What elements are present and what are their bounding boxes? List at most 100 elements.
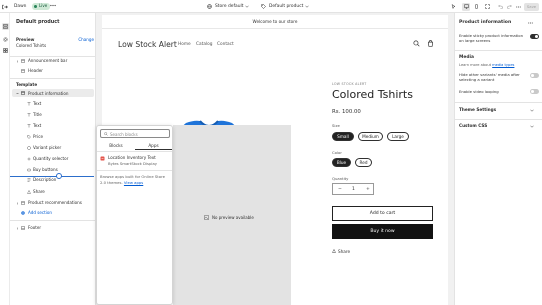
fullscreen-icon[interactable] xyxy=(483,3,491,11)
redo-icon[interactable] xyxy=(505,3,513,11)
share-icon xyxy=(27,190,31,194)
announcement-bar: Welcome to our store xyxy=(102,15,448,29)
sidebar-block-label: Price xyxy=(33,134,43,139)
store-selector-label: Store default xyxy=(215,4,244,9)
title-icon xyxy=(27,113,31,117)
quantity-plus-button[interactable]: + xyxy=(366,187,370,192)
tab-apps[interactable]: Apps xyxy=(135,142,172,150)
size-medium-option[interactable]: Medium xyxy=(358,132,383,141)
section-icon xyxy=(21,91,25,95)
color-red-option[interactable]: Red xyxy=(355,158,372,167)
media-note-text: Learn more about xyxy=(459,63,492,67)
media-types-link[interactable]: media types xyxy=(492,63,514,67)
divider xyxy=(10,78,96,79)
color-blue-option[interactable]: Blue xyxy=(332,158,351,167)
sticky-toggle[interactable] xyxy=(530,34,539,39)
section-icon xyxy=(21,201,25,205)
buy-now-button[interactable]: Buy it now xyxy=(332,224,433,239)
more-icon[interactable] xyxy=(50,4,56,7)
search-icon[interactable] xyxy=(413,40,420,47)
cart-icon[interactable] xyxy=(427,40,434,47)
nav-contact[interactable]: Contact xyxy=(217,42,234,47)
size-small-option[interactable]: Small xyxy=(332,132,354,141)
divider xyxy=(10,220,96,221)
media-heading: Media xyxy=(459,55,474,60)
chevron-right-icon xyxy=(16,59,19,63)
icon-rail xyxy=(0,13,10,305)
divider xyxy=(10,56,96,57)
undo-icon[interactable] xyxy=(496,3,504,11)
app-block-name: Location Inventory Text xyxy=(108,155,156,160)
add-to-cart-button[interactable]: Add to cart xyxy=(332,206,433,221)
preview-selector[interactable]: Preview Colored Tshirts Change xyxy=(16,37,94,49)
plus-circle-icon xyxy=(21,211,25,215)
text-icon xyxy=(27,124,31,128)
sidebar-item-label: Footer xyxy=(28,225,42,230)
app-block-item[interactable]: Location Inventory Text Bytes SmartStock… xyxy=(100,155,170,169)
text-icon xyxy=(27,102,31,106)
sections-icon[interactable] xyxy=(1,23,9,30)
no-preview-message: No preview available xyxy=(204,215,254,220)
custom-css-row[interactable]: Custom CSS xyxy=(455,120,542,134)
section-sidebar: Default product Preview Colored Tshirts … xyxy=(10,13,96,305)
desktop-view-icon[interactable] xyxy=(462,2,470,11)
inspector-icon[interactable] xyxy=(449,3,457,11)
apps-icon[interactable] xyxy=(2,47,9,54)
theme-name[interactable]: Dawn xyxy=(14,4,26,9)
store-selector[interactable]: Store default xyxy=(207,3,250,10)
sidebar-block-label: Text xyxy=(33,101,42,106)
preview-label: Preview xyxy=(16,37,35,42)
size-label: Size xyxy=(332,123,340,128)
view-apps-link[interactable]: View apps xyxy=(124,180,143,185)
sidebar-block-label: Text xyxy=(33,123,42,128)
chevron-down-icon xyxy=(16,92,19,94)
price-icon xyxy=(27,135,31,139)
hide-variants-toggle[interactable] xyxy=(530,73,539,78)
template-heading: Template xyxy=(16,82,38,87)
sidebar-title: Default product xyxy=(16,19,60,25)
mobile-view-icon[interactable] xyxy=(472,3,480,11)
globe-icon xyxy=(207,4,212,9)
nav-home[interactable]: Home xyxy=(178,42,191,47)
search-placeholder: Search blocks xyxy=(110,132,138,137)
quantity-label: Quantity xyxy=(332,176,349,181)
share-icon xyxy=(332,249,336,253)
divider xyxy=(455,102,542,103)
app-block-vendor: Bytes SmartStock Display xyxy=(108,161,158,166)
size-large-option[interactable]: Large xyxy=(387,132,409,141)
more-actions-icon[interactable] xyxy=(514,3,522,11)
theme-settings-icon[interactable] xyxy=(2,36,9,43)
video-loop-label: Enable video looping xyxy=(459,89,499,94)
resize-track xyxy=(10,176,94,177)
sidebar-block-label: Quantity selector xyxy=(33,156,69,161)
divider xyxy=(97,150,172,152)
share-button[interactable]: Share xyxy=(332,248,350,254)
share-label: Share xyxy=(338,248,351,254)
save-button[interactable]: Save xyxy=(524,2,539,11)
more-icon[interactable] xyxy=(528,22,533,24)
store-logo[interactable]: Low Stock Alert xyxy=(118,40,177,49)
exit-icon[interactable] xyxy=(2,4,8,10)
app-icon xyxy=(100,156,105,161)
nav-catalog[interactable]: Catalog xyxy=(196,42,213,47)
theme-settings-row[interactable]: Theme Settings xyxy=(455,104,542,118)
panel-title: Product information xyxy=(459,20,512,25)
chevron-down-icon xyxy=(245,5,250,8)
quantity-value[interactable]: 1 xyxy=(352,187,355,192)
resize-handle[interactable] xyxy=(56,173,62,179)
tab-blocks[interactable]: Blocks xyxy=(97,142,135,150)
template-selector[interactable]: Default product xyxy=(261,3,310,10)
theme-settings-label: Theme Settings xyxy=(459,107,497,112)
section-icon xyxy=(21,59,25,63)
change-link[interactable]: Change xyxy=(78,37,94,42)
video-loop-toggle[interactable] xyxy=(530,89,539,94)
search-blocks-input[interactable]: Search blocks xyxy=(100,129,170,138)
quantity-minus-button[interactable]: − xyxy=(338,187,342,192)
sidebar-item-product-information[interactable]: Product information xyxy=(12,89,94,97)
no-preview-label: No preview available xyxy=(212,215,254,220)
add-section-label: Add section xyxy=(28,210,52,215)
block-picker-popover: Search blocks Blocks Apps Location Inven… xyxy=(96,125,173,305)
section-icon xyxy=(21,69,25,73)
sidebar-item-label: Product recommendations xyxy=(28,200,82,205)
settings-panel: Product information Enable sticky produc… xyxy=(454,13,542,305)
